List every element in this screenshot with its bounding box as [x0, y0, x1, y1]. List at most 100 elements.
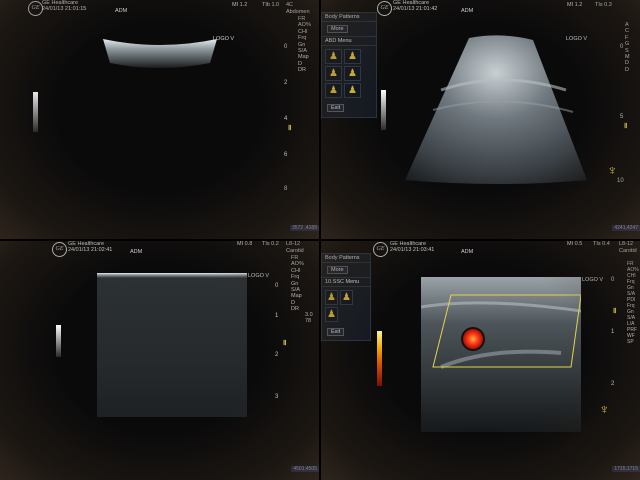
panel-abdomen-empty: GE GE Healthcare 24/01/13 21:01:15 ADM M…	[0, 0, 319, 239]
ge-logo-icon: GE	[28, 1, 43, 16]
linear-image	[97, 273, 247, 417]
ge-logo-icon: GE	[373, 242, 388, 257]
focus-marker-icon[interactable]: Ⅱ	[283, 339, 286, 347]
quad-ultrasound-screen: GE GE Healthcare 24/01/13 21:01:15 ADM M…	[0, 0, 640, 480]
grayscale-bar	[33, 92, 38, 132]
param-ao: AO%	[298, 22, 311, 29]
param-list: A C F G S M D D	[625, 22, 630, 73]
param-dr: DR	[298, 67, 306, 74]
preset-label: Carotid	[286, 248, 304, 254]
orientation-marker: LOGO V	[213, 36, 235, 42]
probe-label: L8-12	[619, 241, 634, 247]
convex-image	[405, 35, 587, 184]
panel-carotid-doppler: GE GE Healthcare 24/01/13 21:03:41 ADM M…	[321, 241, 640, 480]
depth-mark: 1	[275, 313, 279, 319]
probe-label: L8-12	[286, 241, 301, 247]
status-readout: 3572 ,4189	[289, 225, 319, 231]
orientation-marker: LOGO V	[248, 273, 270, 279]
depth-mark: 0	[611, 277, 615, 283]
operator-label: ADM	[130, 249, 143, 255]
mi-label: MI 0.8	[237, 241, 253, 247]
exit-button[interactable]: Exit	[327, 104, 345, 112]
param-item: D	[625, 66, 629, 73]
depth-mark: 0	[620, 44, 624, 50]
depth-mark: 0	[284, 44, 288, 50]
status-readout: 4241,4247	[612, 225, 640, 231]
focus-marker-icon[interactable]: Ⅱ	[624, 122, 627, 130]
param-list: FR AO% CHI Frq Gn S/A PDI Frq Gn S/A L/A…	[627, 261, 639, 345]
orientation-marker: LOGO V	[566, 36, 588, 42]
grayscale-bar	[56, 325, 61, 357]
datetime-label: 24/01/13 21:01:15	[42, 6, 87, 12]
depth-mark: 2	[275, 352, 279, 358]
operator-label: ADM	[461, 8, 474, 14]
tib-label: TIs 0.2	[262, 241, 279, 247]
body-pattern-icon[interactable]: ♟	[340, 290, 353, 305]
depth-mark: 2	[284, 80, 288, 86]
depth-mark: 10	[617, 178, 624, 184]
grayscale-bar	[381, 90, 386, 130]
param-item: D	[625, 60, 629, 67]
submenu-label: ABD Menu	[322, 37, 376, 46]
param-list: FR AO% CHI Frq Gn S/A Map D DR	[298, 16, 311, 74]
body-mark-icon: ♆	[607, 162, 618, 178]
ge-logo-icon: GE	[52, 242, 67, 257]
tib-label: TIs 0.3	[595, 2, 612, 8]
operator-label: ADM	[461, 249, 474, 255]
focus-marker-icon[interactable]: Ⅱ	[288, 124, 291, 132]
mi-label: MI 0.5	[567, 241, 583, 247]
more-button[interactable]: More	[327, 266, 348, 274]
param-dr: DR	[291, 306, 299, 313]
body-pattern-icon[interactable]: ♟	[344, 66, 361, 81]
datetime-label: 24/01/13 21:02:41	[68, 247, 113, 253]
body-pattern-icon[interactable]: ♟	[344, 83, 361, 98]
convex-image	[103, 39, 217, 68]
menu-title: Body Patterns	[322, 13, 376, 22]
depth-mark: 8	[284, 186, 288, 192]
body-pattern-icon[interactable]: ♟	[325, 66, 342, 81]
datetime-label: 24/01/13 21:01:42	[393, 6, 438, 12]
focus-marker-icon[interactable]: Ⅱ	[613, 307, 616, 315]
preset-label: Abdomen	[286, 9, 310, 15]
body-patterns-menu: Body Patterns More 10.SSC Menu ♟ ♟♟ Exit	[321, 253, 371, 341]
depth-mark: 2	[611, 381, 615, 387]
exit-button[interactable]: Exit	[327, 328, 345, 336]
header-info: GE Healthcare 24/01/13 21:01:15	[42, 0, 86, 12]
panel-carotid-linear: GE GE Healthcare 24/01/13 21:02:41 ADM M…	[0, 241, 319, 480]
mi-label: MI 1.2	[232, 2, 248, 8]
param-item: C	[625, 28, 629, 35]
tib-label: TIb 1.0	[262, 2, 280, 8]
tib-label: TIs 0.4	[593, 241, 610, 247]
status-readout: 4501,4505	[291, 466, 319, 472]
header-info: GE Healthcare 24/01/13 21:03:41	[390, 241, 434, 253]
mi-label: MI 1.2	[567, 2, 583, 8]
orientation-marker: LOGO V	[582, 277, 604, 283]
depth-mark: 6	[284, 152, 288, 158]
header-info: GE Healthcare 24/01/13 21:02:41	[68, 241, 112, 253]
operator-label: ADM	[115, 8, 128, 14]
body-pattern-icon[interactable]: ♟	[325, 49, 342, 64]
depth-mark: 0	[275, 283, 279, 289]
param-item: SP	[627, 339, 634, 345]
body-mark-icon: ♆	[599, 401, 610, 417]
doppler-image	[421, 277, 581, 432]
body-pattern-grid: ♟ ♟♟	[322, 287, 370, 325]
more-button[interactable]: More	[327, 25, 348, 33]
submenu-label: 10.SSC Menu	[322, 278, 370, 287]
body-pattern-icon[interactable]: ♟	[325, 83, 342, 98]
depth-mark: 4	[284, 116, 288, 122]
body-pattern-icon[interactable]: ♟	[344, 49, 361, 64]
datetime-label: 24/01/13 21:03:41	[390, 247, 435, 253]
param-dr-value: 78	[305, 318, 312, 325]
status-readout: 1715,1715	[612, 466, 640, 472]
probe-label: 4C	[286, 2, 294, 8]
depth-mark: 3	[275, 394, 279, 400]
body-pattern-icon[interactable]: ♟	[325, 307, 338, 322]
body-pattern-icon[interactable]: ♟	[325, 290, 338, 305]
body-pattern-grid: ♟ ♟ ♟ ♟ ♟ ♟	[322, 46, 376, 101]
menu-title: Body Patterns	[322, 254, 370, 263]
preset-label: Carotid	[619, 248, 637, 254]
ge-logo-icon: GE	[377, 1, 392, 16]
param-list: FR AO% CHI Frq Gn S/A Map D DR	[291, 255, 304, 313]
color-scale-bar	[377, 331, 382, 386]
